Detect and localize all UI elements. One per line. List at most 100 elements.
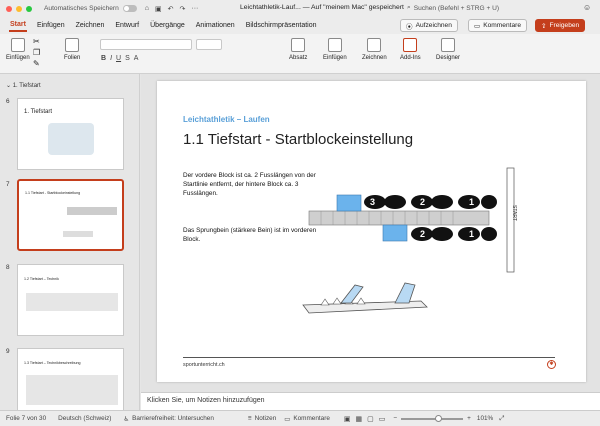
minimize-window-button[interactable] — [16, 5, 22, 12]
title-bar: Automatisches Speichern ⌂ ▣ ↶ ↷ ··· Leic… — [0, 0, 600, 17]
undo-icon[interactable]: ↶ — [168, 5, 174, 13]
ribbon: Einfügen ✂ ❐ ✎ Folien B I U S A Absatz E… — [0, 34, 600, 74]
fit-slide-icon[interactable]: ⤢ — [499, 415, 504, 423]
notes-icon: ≡ — [247, 415, 252, 422]
thumbnail-number: 6 — [6, 98, 10, 105]
comments-toggle[interactable]: Kommentare — [293, 415, 330, 422]
tab-draw[interactable]: Zeichnen — [75, 20, 106, 31]
close-window-button[interactable] — [6, 5, 12, 12]
home-icon[interactable]: ⌂ — [145, 5, 149, 13]
slide-editor: Leichtathletik – Laufen 1.1 Tiefstart - … — [141, 74, 600, 392]
cut-icon[interactable]: ✂ — [33, 37, 40, 46]
addins-button[interactable]: Add-Ins — [400, 38, 421, 61]
thumbnail-image — [48, 123, 94, 155]
paragraph-button[interactable]: Absatz — [289, 38, 307, 61]
zoom-slider[interactable] — [401, 414, 464, 422]
slide-paragraph-2[interactable]: Das Sprungbein (stärkere Bein) ist im vo… — [183, 227, 318, 245]
zoom-slider-thumb[interactable] — [435, 414, 443, 422]
slides-button[interactable]: Folien — [64, 38, 80, 61]
front-pedal — [394, 282, 416, 304]
tab-animations[interactable]: Animationen — [195, 20, 236, 31]
record-button[interactable]: ⦿ Aufzeichnen — [400, 19, 458, 32]
paste-label: Einfügen — [6, 55, 30, 61]
slide-subtitle[interactable]: Leichtathletik – Laufen — [183, 115, 270, 124]
comments-icon: ▭ — [284, 415, 291, 423]
tab-design[interactable]: Entwurf — [114, 20, 140, 31]
thumbnail-number: 8 — [6, 264, 10, 271]
bold-icon[interactable]: B — [101, 55, 106, 62]
window-controls — [6, 5, 32, 12]
document-title: Leichtathletik-Lauf... — Auf "meinem Mac… — [240, 4, 404, 11]
account-icon[interactable]: ☺ — [583, 3, 591, 12]
thumbnail-title: 1.2 Tiefstart – Technik — [24, 277, 59, 281]
paragraph-label: Absatz — [289, 55, 308, 61]
search-placeholder: Suchen (Befehl + STRG + U) — [413, 4, 500, 12]
draw-button[interactable]: Zeichnen — [362, 38, 387, 61]
thumbnail-slide-7[interactable]: 1.1 Tiefstart - Startblockeinstellung — [17, 179, 124, 251]
addins-icon — [403, 38, 418, 52]
slide-thumbnails-pane: ⌄ 1. Tiefstart 6 1. Tiefstart 7 1.1 Tief… — [0, 74, 140, 420]
section-header[interactable]: ⌄ 1. Tiefstart — [6, 82, 41, 89]
notes-pane[interactable]: Klicken Sie, um Notizen hinzuzufügen — [141, 392, 600, 410]
thumbnail-title: 1. Tiefstart — [24, 109, 53, 115]
paste-icon — [10, 38, 25, 52]
slide-canvas[interactable]: Leichtathletik – Laufen 1.1 Tiefstart - … — [157, 81, 586, 382]
insert-label: Einfügen — [323, 55, 347, 61]
notes-toggle[interactable]: Notizen — [255, 415, 277, 422]
zoom-window-button[interactable] — [26, 5, 32, 12]
designer-label: Designer — [436, 55, 461, 61]
rear-block — [336, 194, 362, 212]
font-color-icon[interactable]: A — [134, 55, 139, 62]
thumbnail-title: 1.1 Tiefstart - Startblockeinstellung — [25, 191, 81, 195]
thumbnail-image — [67, 207, 117, 215]
thumbnail-title: 1.3 Tiefstart – Technikbeschreibung — [24, 361, 81, 365]
tab-transitions[interactable]: Übergänge — [149, 20, 186, 31]
start-label: START — [511, 205, 517, 221]
language-indicator[interactable]: Deutsch (Schweiz) — [58, 415, 111, 422]
autosave-toggle[interactable] — [122, 5, 137, 12]
slide-sorter-icon[interactable]: ▦ — [356, 415, 363, 423]
save-icon[interactable]: ▣ — [155, 5, 162, 13]
italic-icon[interactable]: I — [110, 55, 112, 62]
thumbnail-image — [26, 293, 118, 311]
slideshow-icon[interactable]: ▭ — [379, 415, 386, 423]
copy-icon[interactable]: ❐ — [33, 48, 40, 57]
thumbnail-image — [26, 375, 118, 405]
startblock-diagram: 3 2 1 2 1 START — [308, 167, 517, 273]
zoom-level[interactable]: 101% — [477, 415, 493, 422]
paste-button[interactable]: Einfügen — [6, 38, 30, 61]
tab-start[interactable]: Start — [9, 19, 27, 32]
step-number: 1 — [469, 197, 474, 207]
reading-view-icon[interactable]: ▢ — [367, 415, 374, 423]
comments-button[interactable]: ▭ Kommentare — [468, 19, 527, 32]
slide-title[interactable]: 1.1 Tiefstart - Startblockeinstellung — [183, 131, 413, 148]
share-button[interactable]: ⇪ Freigeben — [535, 19, 586, 32]
paragraph-icon — [291, 38, 306, 52]
addins-label: Add-Ins — [400, 55, 421, 61]
font-family-select[interactable] — [100, 39, 192, 50]
more-icon[interactable]: ··· — [191, 5, 198, 13]
thumbnail-slide-6[interactable]: 1. Tiefstart — [17, 98, 124, 170]
strikethrough-icon[interactable]: S — [125, 55, 130, 62]
format-painter-icon[interactable]: ✎ — [33, 59, 40, 68]
tab-insert[interactable]: Einfügen — [36, 20, 66, 31]
underline-icon[interactable]: U — [116, 55, 121, 62]
accessibility-status[interactable]: Barrierefreiheit: Untersuchen — [132, 415, 214, 422]
format-row: B I U S A — [101, 55, 138, 62]
startblock-illustration — [302, 282, 428, 314]
zoom-out-icon[interactable]: − — [393, 415, 397, 422]
autosave-label: Automatisches Speichern — [44, 5, 119, 12]
normal-view-icon[interactable]: ▣ — [344, 415, 351, 423]
slide-paragraph-1[interactable]: Der vordere Block ist ca. 2 Fusslängen v… — [183, 172, 318, 198]
designer-button[interactable]: Designer — [436, 38, 460, 61]
search-box[interactable]: ⌕ Suchen (Befehl + STRG + U) — [407, 2, 587, 14]
redo-icon[interactable]: ↷ — [180, 5, 186, 13]
designer-icon — [441, 38, 455, 52]
thumbnail-number: 7 — [6, 181, 10, 188]
tab-slideshow[interactable]: Bildschirmpräsentation — [245, 20, 318, 31]
zoom-in-icon[interactable]: + — [467, 415, 471, 422]
font-size-select[interactable] — [196, 39, 222, 50]
thumbnail-slide-8[interactable]: 1.2 Tiefstart – Technik — [17, 264, 124, 336]
insert-button[interactable]: Einfügen — [323, 38, 347, 61]
draw-label: Zeichnen — [362, 55, 387, 61]
